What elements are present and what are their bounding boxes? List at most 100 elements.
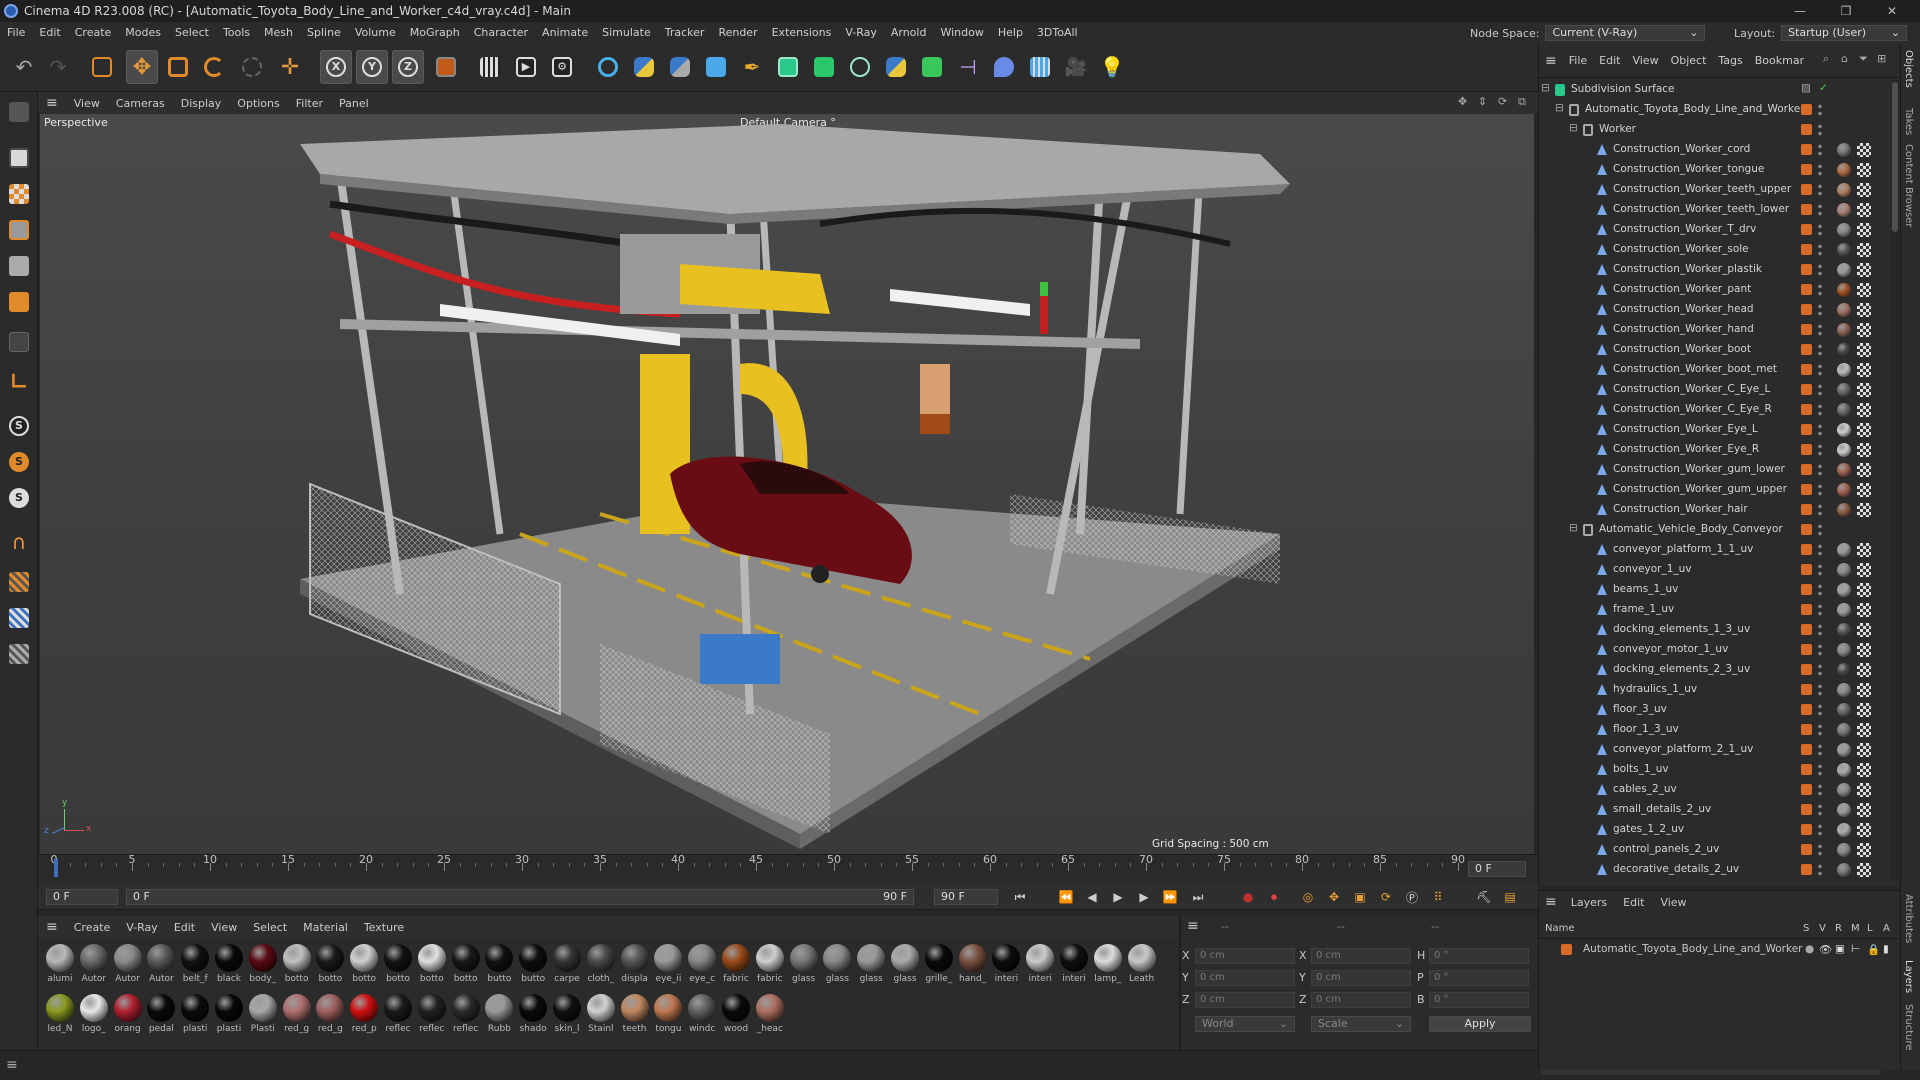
material-swatch[interactable]: windc bbox=[686, 994, 718, 1034]
material-swatch[interactable]: red_p bbox=[348, 994, 380, 1034]
viewport-move-icon[interactable]: ✥ bbox=[1458, 95, 1467, 108]
menu-edit[interactable]: Edit bbox=[32, 22, 67, 44]
material-swatch[interactable]: plasti bbox=[179, 994, 211, 1034]
objects-menu-bookmarks[interactable]: Bookmar bbox=[1749, 54, 1810, 67]
layer-tag-icon[interactable] bbox=[1801, 244, 1812, 255]
menu-extensions[interactable]: Extensions bbox=[765, 22, 839, 44]
uvw-tag-icon[interactable] bbox=[1857, 223, 1871, 237]
visibility-dots-icon[interactable] bbox=[1818, 723, 1822, 737]
layer-tag-icon[interactable] bbox=[1801, 124, 1812, 135]
material-swatch[interactable]: logo_ bbox=[78, 994, 110, 1034]
menu-arnold[interactable]: Arnold bbox=[884, 22, 934, 44]
menu-animate[interactable]: Animate bbox=[535, 22, 595, 44]
transform-tool-button[interactable]: ✛ bbox=[274, 50, 306, 84]
material-tag-icon[interactable] bbox=[1837, 643, 1851, 657]
material-swatch[interactable]: glass bbox=[889, 944, 921, 984]
menu-create[interactable]: Create bbox=[68, 22, 119, 44]
material-swatch[interactable]: red_g bbox=[314, 994, 346, 1034]
python-script-button-1[interactable] bbox=[628, 50, 660, 84]
uvw-tag-icon[interactable] bbox=[1857, 463, 1871, 477]
visibility-dots-icon[interactable] bbox=[1818, 223, 1822, 237]
close-button[interactable]: ✕ bbox=[1872, 0, 1912, 22]
visibility-dots-icon[interactable] bbox=[1818, 743, 1822, 757]
material-menu-edit[interactable]: Edit bbox=[166, 921, 203, 934]
visibility-dots-icon[interactable] bbox=[1818, 523, 1822, 537]
mograph-cloner-button[interactable] bbox=[916, 50, 948, 84]
material-tag-icon[interactable] bbox=[1837, 583, 1851, 597]
object-row[interactable]: Construction_Worker_C_Eye_L bbox=[1539, 380, 1884, 400]
layer-tag-icon[interactable] bbox=[1801, 564, 1812, 575]
rotate-tool-button[interactable] bbox=[198, 50, 230, 84]
visibility-dots-icon[interactable] bbox=[1818, 123, 1822, 137]
uvw-tag-icon[interactable] bbox=[1857, 183, 1871, 197]
layer-tag-icon[interactable] bbox=[1801, 324, 1812, 335]
menu-help[interactable]: Help bbox=[991, 22, 1030, 44]
render-view-button[interactable] bbox=[474, 50, 506, 84]
menu-mograph[interactable]: MoGraph bbox=[403, 22, 467, 44]
menu-mesh[interactable]: Mesh bbox=[257, 22, 300, 44]
uvw-tag-icon[interactable] bbox=[1857, 283, 1871, 297]
object-row[interactable]: conveyor_platform_1_1_uv bbox=[1539, 540, 1884, 560]
editor-visibility-icon[interactable]: ▨ bbox=[1801, 82, 1811, 94]
material-swatch[interactable]: plasti bbox=[213, 994, 245, 1034]
layer-tag-icon[interactable] bbox=[1801, 504, 1812, 515]
material-swatch[interactable]: interi bbox=[1058, 944, 1090, 984]
layer-tag-icon[interactable] bbox=[1801, 204, 1812, 215]
visibility-dots-icon[interactable] bbox=[1818, 343, 1822, 357]
object-row[interactable]: Construction_Worker_boot_met bbox=[1539, 360, 1884, 380]
uvw-tag-icon[interactable] bbox=[1857, 303, 1871, 317]
layer-tag-icon[interactable] bbox=[1801, 284, 1812, 295]
menu-file[interactable]: File bbox=[0, 22, 32, 44]
frame-range-slider[interactable]: 0 F 90 F bbox=[126, 889, 914, 905]
hamburger-menu-icon[interactable]: ≡ bbox=[1539, 894, 1563, 910]
uvw-tag-icon[interactable] bbox=[1857, 583, 1871, 597]
material-swatch[interactable]: botto bbox=[314, 944, 346, 984]
cube-primitive-button[interactable] bbox=[700, 50, 732, 84]
uvw-tag-icon[interactable] bbox=[1857, 803, 1871, 817]
material-menu-create[interactable]: Create bbox=[66, 921, 119, 934]
visibility-dots-icon[interactable] bbox=[1818, 383, 1822, 397]
uvw-tag-icon[interactable] bbox=[1857, 683, 1871, 697]
visibility-dots-icon[interactable] bbox=[1818, 303, 1822, 317]
material-swatch[interactable]: Stainl bbox=[585, 994, 617, 1034]
hamburger-menu-icon[interactable]: ≡ bbox=[38, 919, 66, 935]
material-swatch[interactable]: Autor bbox=[78, 944, 110, 984]
layer-tag-icon[interactable] bbox=[1801, 344, 1812, 355]
viewport-menu-display[interactable]: Display bbox=[173, 97, 230, 110]
menu-spline[interactable]: Spline bbox=[300, 22, 348, 44]
lock-icon[interactable]: 🔒 bbox=[1867, 943, 1880, 956]
material-tag-icon[interactable] bbox=[1837, 863, 1851, 877]
object-row[interactable]: Construction_Worker_T_drv bbox=[1539, 220, 1884, 240]
play-button[interactable]: ▶ bbox=[1108, 888, 1128, 906]
visibility-dots-icon[interactable] bbox=[1818, 203, 1822, 217]
visibility-dots-icon[interactable] bbox=[1818, 243, 1822, 257]
menu-volume[interactable]: Volume bbox=[348, 22, 403, 44]
material-swatch[interactable]: skin_l bbox=[551, 994, 583, 1034]
tab-objects[interactable]: Objects bbox=[1903, 50, 1914, 88]
rotation-p-field[interactable]: 0 ° bbox=[1429, 970, 1529, 986]
material-tag-icon[interactable] bbox=[1837, 663, 1851, 677]
layer-tag-icon[interactable] bbox=[1801, 664, 1812, 675]
material-tag-icon[interactable] bbox=[1837, 683, 1851, 697]
new-window-icon[interactable]: ⊞ bbox=[1877, 52, 1886, 65]
menu-select[interactable]: Select bbox=[168, 22, 216, 44]
object-row[interactable]: Construction_Worker_head bbox=[1539, 300, 1884, 320]
layer-tag-icon[interactable] bbox=[1801, 784, 1812, 795]
visibility-dots-icon[interactable] bbox=[1818, 103, 1822, 117]
layer-scrollbar[interactable] bbox=[1541, 1069, 1881, 1075]
material-swatch[interactable]: Plasti bbox=[247, 994, 279, 1034]
subdivision-surface-button[interactable] bbox=[772, 50, 804, 84]
material-swatch[interactable]: shado bbox=[517, 994, 549, 1034]
layer-tag-icon[interactable] bbox=[1801, 444, 1812, 455]
viewport-menu-panel[interactable]: Panel bbox=[331, 97, 377, 110]
layer-tag-icon[interactable] bbox=[1801, 524, 1812, 535]
brush-button[interactable] bbox=[988, 50, 1020, 84]
uvw-tag-icon[interactable] bbox=[1857, 603, 1871, 617]
layer-tag-icon[interactable] bbox=[1801, 864, 1812, 875]
objects-menu-edit[interactable]: Edit bbox=[1593, 54, 1626, 67]
visibility-dots-icon[interactable] bbox=[1818, 803, 1822, 817]
material-tag-icon[interactable] bbox=[1837, 543, 1851, 557]
coordinate-mode-dropdown[interactable]: Scale ⌄ bbox=[1311, 1016, 1411, 1032]
material-swatch[interactable]: hand_ bbox=[957, 944, 989, 984]
material-swatch[interactable]: carpe bbox=[551, 944, 583, 984]
